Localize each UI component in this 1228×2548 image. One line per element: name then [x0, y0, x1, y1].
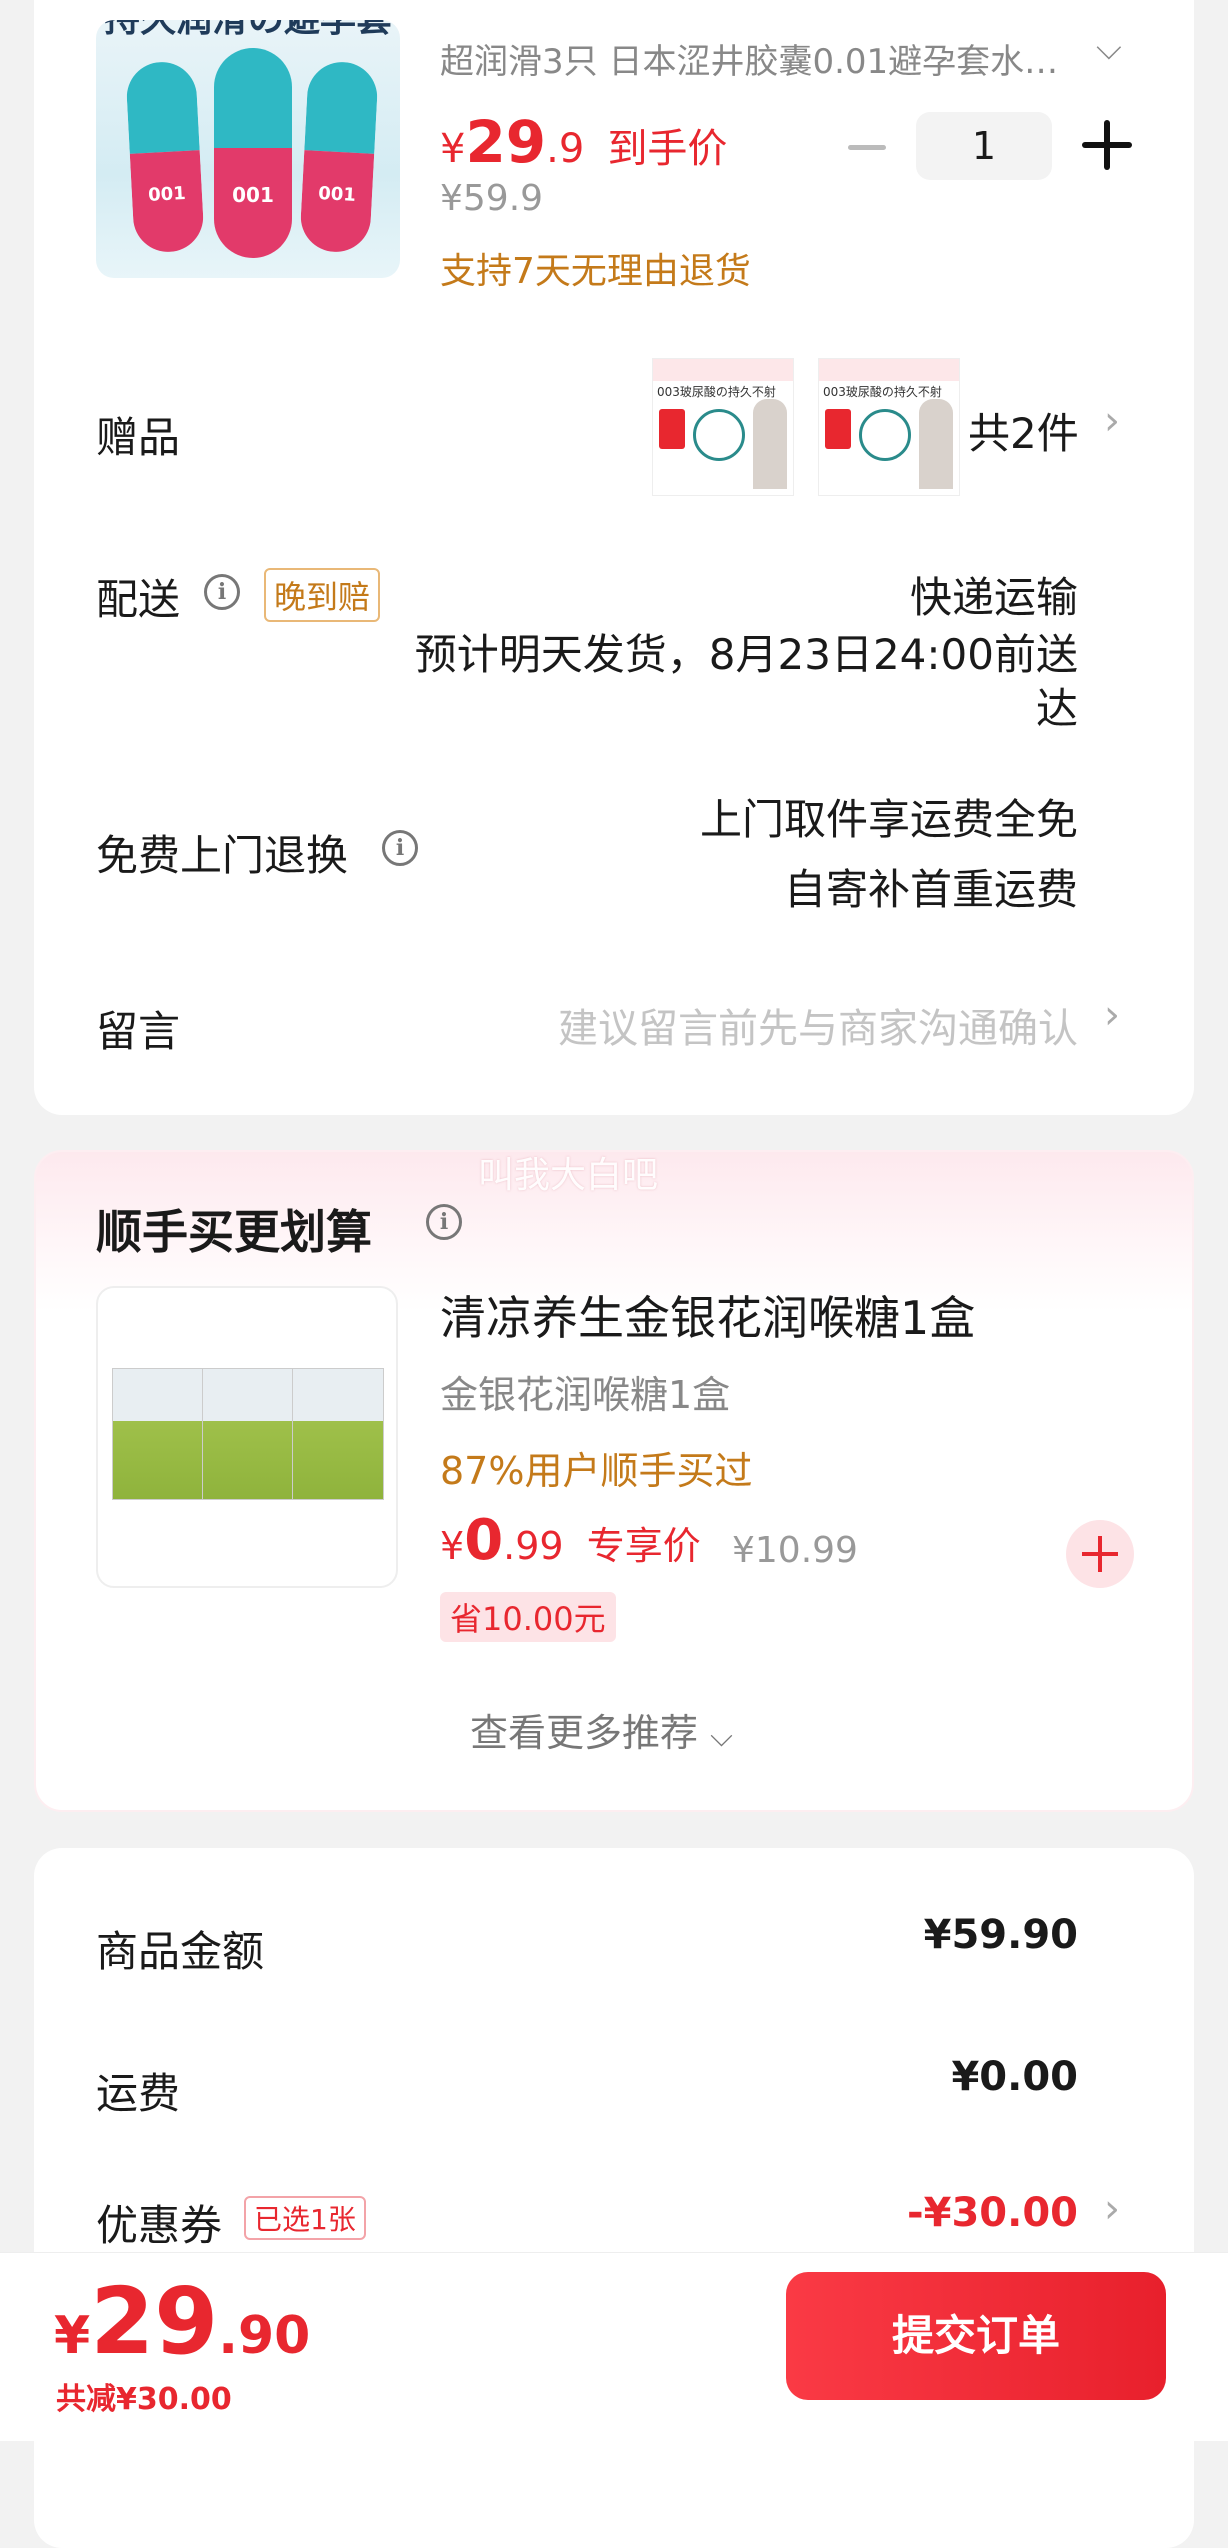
delivery-eta: 预计明天发货，8月23日24:00前送 达 [415, 628, 1078, 736]
addon-item-title[interactable]: 清凉养生金银花润喉糖1盒 [440, 1282, 975, 1348]
shipping-value: ¥0.00 [951, 2054, 1078, 2100]
capsule-label: 001 [147, 182, 187, 206]
gift-count[interactable]: 共2件 [968, 400, 1079, 461]
see-more-label: 查看更多推荐 [470, 1711, 699, 1755]
delivery-method[interactable]: 快递运输 [910, 564, 1078, 625]
addon-buy-rate: 87%用户顺手买过 [440, 1449, 753, 1493]
info-icon[interactable]: i [382, 830, 418, 866]
price-symbol: ¥ [440, 1524, 465, 1568]
price-dec: .99 [503, 1524, 564, 1568]
price-dec: .90 [218, 2306, 311, 2366]
original-price: ¥59.9 [440, 178, 544, 219]
gift-thumb-2[interactable]: 003玻尿酸の持久不射 [818, 358, 960, 496]
returns-line1: 上门取件享运费全免 [699, 795, 1078, 844]
gift-thumb-text: 003玻尿酸の持久不射 [823, 385, 942, 399]
info-icon[interactable]: i [426, 1204, 462, 1240]
message-input[interactable]: 建议留言前先与商家沟通确认 [558, 996, 1078, 1054]
submit-order-button[interactable]: 提交订单 [786, 2272, 1166, 2400]
price-dec: .9 [546, 126, 585, 172]
addon-price: ¥0.99 专享价 [440, 1508, 701, 1573]
price-symbol: ¥ [440, 126, 466, 172]
delivery-label: 配送 [96, 575, 181, 624]
chevron-right-icon[interactable]: › [1104, 2186, 1120, 2232]
delivery-eta-line2: 达 [1035, 684, 1078, 733]
price-tag: 到手价 [607, 126, 728, 172]
product-image[interactable]: 持久润滑の避孕套 001 001 001 [96, 20, 400, 278]
coupon-badge: 已选1张 [244, 2196, 366, 2240]
delivery-eta-line1: 预计明天发货，8月23日24:00前送 [414, 630, 1078, 679]
price-tag: 专享价 [586, 1524, 701, 1568]
coupon-value[interactable]: -¥30.00 [907, 2190, 1078, 2236]
capsule-middle: 001 [214, 48, 292, 258]
returns-label: 免费上门退换 [96, 831, 349, 880]
product-price: ¥29.9 到手价 [440, 108, 727, 176]
goods-amount-label: 商品金额 [96, 1927, 265, 1976]
capsule-label: 001 [317, 182, 357, 206]
coupon-label: 优惠券 [96, 2201, 223, 2250]
gift-thumb-text: 003玻尿酸の持久不射 [657, 385, 776, 399]
chevron-right-icon[interactable]: › [1104, 992, 1120, 1038]
product-image-caption: 持久润滑の避孕套 [96, 20, 400, 42]
watermark: 叫我大白吧 [478, 1155, 659, 1196]
product-title[interactable]: 超润滑3只 日本涩井胶囊0.01避孕套水… [440, 34, 1060, 83]
return-policy: 支持7天无理由退货 [440, 251, 751, 292]
chevron-down-icon[interactable]: ⌵ [1096, 28, 1122, 68]
gift-thumb-1[interactable]: 003玻尿酸の持久不射 [652, 358, 794, 496]
addon-product-image[interactable] [96, 1286, 398, 1588]
late-compensation-badge: 晚到赔 [264, 568, 381, 622]
price-int: 0 [464, 1508, 504, 1573]
info-icon[interactable]: i [204, 574, 240, 610]
returns-line2: 自寄补首重运费 [783, 865, 1078, 914]
gift-label: 赠品 [96, 413, 181, 462]
goods-amount-value: ¥59.90 [923, 1912, 1078, 1958]
addon-save-badge: 省10.00元 [440, 1592, 616, 1642]
chevron-right-icon[interactable]: › [1104, 398, 1120, 444]
capsule-left: 001 [125, 60, 205, 254]
price-int: 29 [90, 2268, 219, 2375]
capsule-label: 001 [232, 183, 274, 207]
price-int: 29 [465, 108, 547, 176]
footer-total-price: ¥29.90 [54, 2268, 310, 2375]
message-label: 留言 [96, 1007, 181, 1056]
shipping-label: 运费 [96, 2069, 181, 2118]
addon-original-price: ¥10.99 [732, 1530, 858, 1571]
price-symbol: ¥ [54, 2306, 91, 2366]
addon-add-button[interactable] [1066, 1520, 1134, 1588]
qty-decrease-button[interactable] [848, 145, 886, 150]
qty-increase-button[interactable] [1082, 120, 1132, 170]
footer-discount: 共减¥30.00 [56, 2382, 232, 2417]
chevron-down-icon: ⌵ [710, 1719, 733, 1754]
addon-section-title: 顺手买更划算 [96, 1205, 372, 1259]
capsule-right: 001 [299, 60, 379, 254]
addon-item-sub: 金银花润喉糖1盒 [440, 1373, 731, 1417]
see-more-button[interactable]: 查看更多推荐 ⌵ [470, 1702, 733, 1757]
qty-input[interactable]: 1 [916, 112, 1052, 180]
